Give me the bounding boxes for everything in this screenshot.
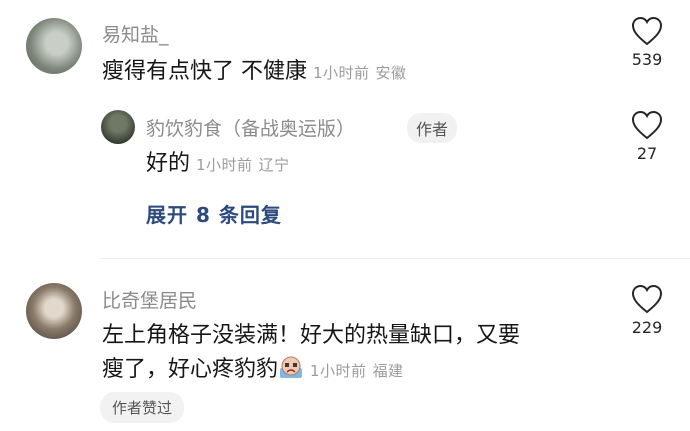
crying-face-emoji (278, 356, 304, 380)
author-badge: 作者 (407, 113, 458, 143)
comment-time: 1小时前 (313, 64, 370, 82)
like-count: 27 (636, 144, 658, 163)
comment-location: 安徽 (375, 64, 407, 82)
comment-location: 福建 (372, 362, 404, 380)
reply-location: 辽宁 (258, 156, 290, 174)
heart-outline-icon (631, 110, 663, 140)
comment-text-line-1[interactable]: 左上角格子没装满！好大的热量缺口，又要 (102, 322, 520, 350)
like-button[interactable]: 229 (620, 284, 674, 337)
comment-body: 瘦得有点快了 不健康 (102, 59, 307, 84)
comment-body: 瘦了，好心疼豹豹 (102, 357, 279, 382)
like-count: 229 (631, 318, 663, 337)
author-liked-badge: 作者赞过 (100, 392, 185, 423)
divider (100, 258, 690, 259)
like-button[interactable]: 539 (620, 16, 674, 69)
reply-body: 好的 (146, 151, 191, 176)
comment-text[interactable]: 瘦得有点快了 不健康 1小时前 安徽 (102, 58, 407, 87)
heart-outline-icon (631, 284, 663, 314)
avatar[interactable] (26, 283, 82, 339)
like-count: 539 (631, 50, 663, 69)
like-button[interactable]: 27 (620, 110, 674, 163)
comment-username[interactable]: 比奇堡居民 (102, 286, 197, 313)
reply-username[interactable]: 豹饮豹食（备战奥运版） (146, 114, 355, 141)
avatar[interactable] (101, 110, 135, 144)
heart-outline-icon (631, 16, 663, 46)
reply-time: 1小时前 (196, 156, 253, 174)
reply-text[interactable]: 好的 1小时前 辽宁 (146, 150, 290, 179)
comment-username[interactable]: 易知盐_ (102, 20, 169, 47)
expand-replies-link[interactable]: 展开 8 条回复 (146, 199, 282, 228)
comment-text-line-2[interactable]: 瘦了，好心疼豹豹 1小时前 福建 (102, 356, 404, 385)
avatar[interactable] (26, 18, 82, 74)
comment-time: 1小时前 (310, 362, 367, 380)
